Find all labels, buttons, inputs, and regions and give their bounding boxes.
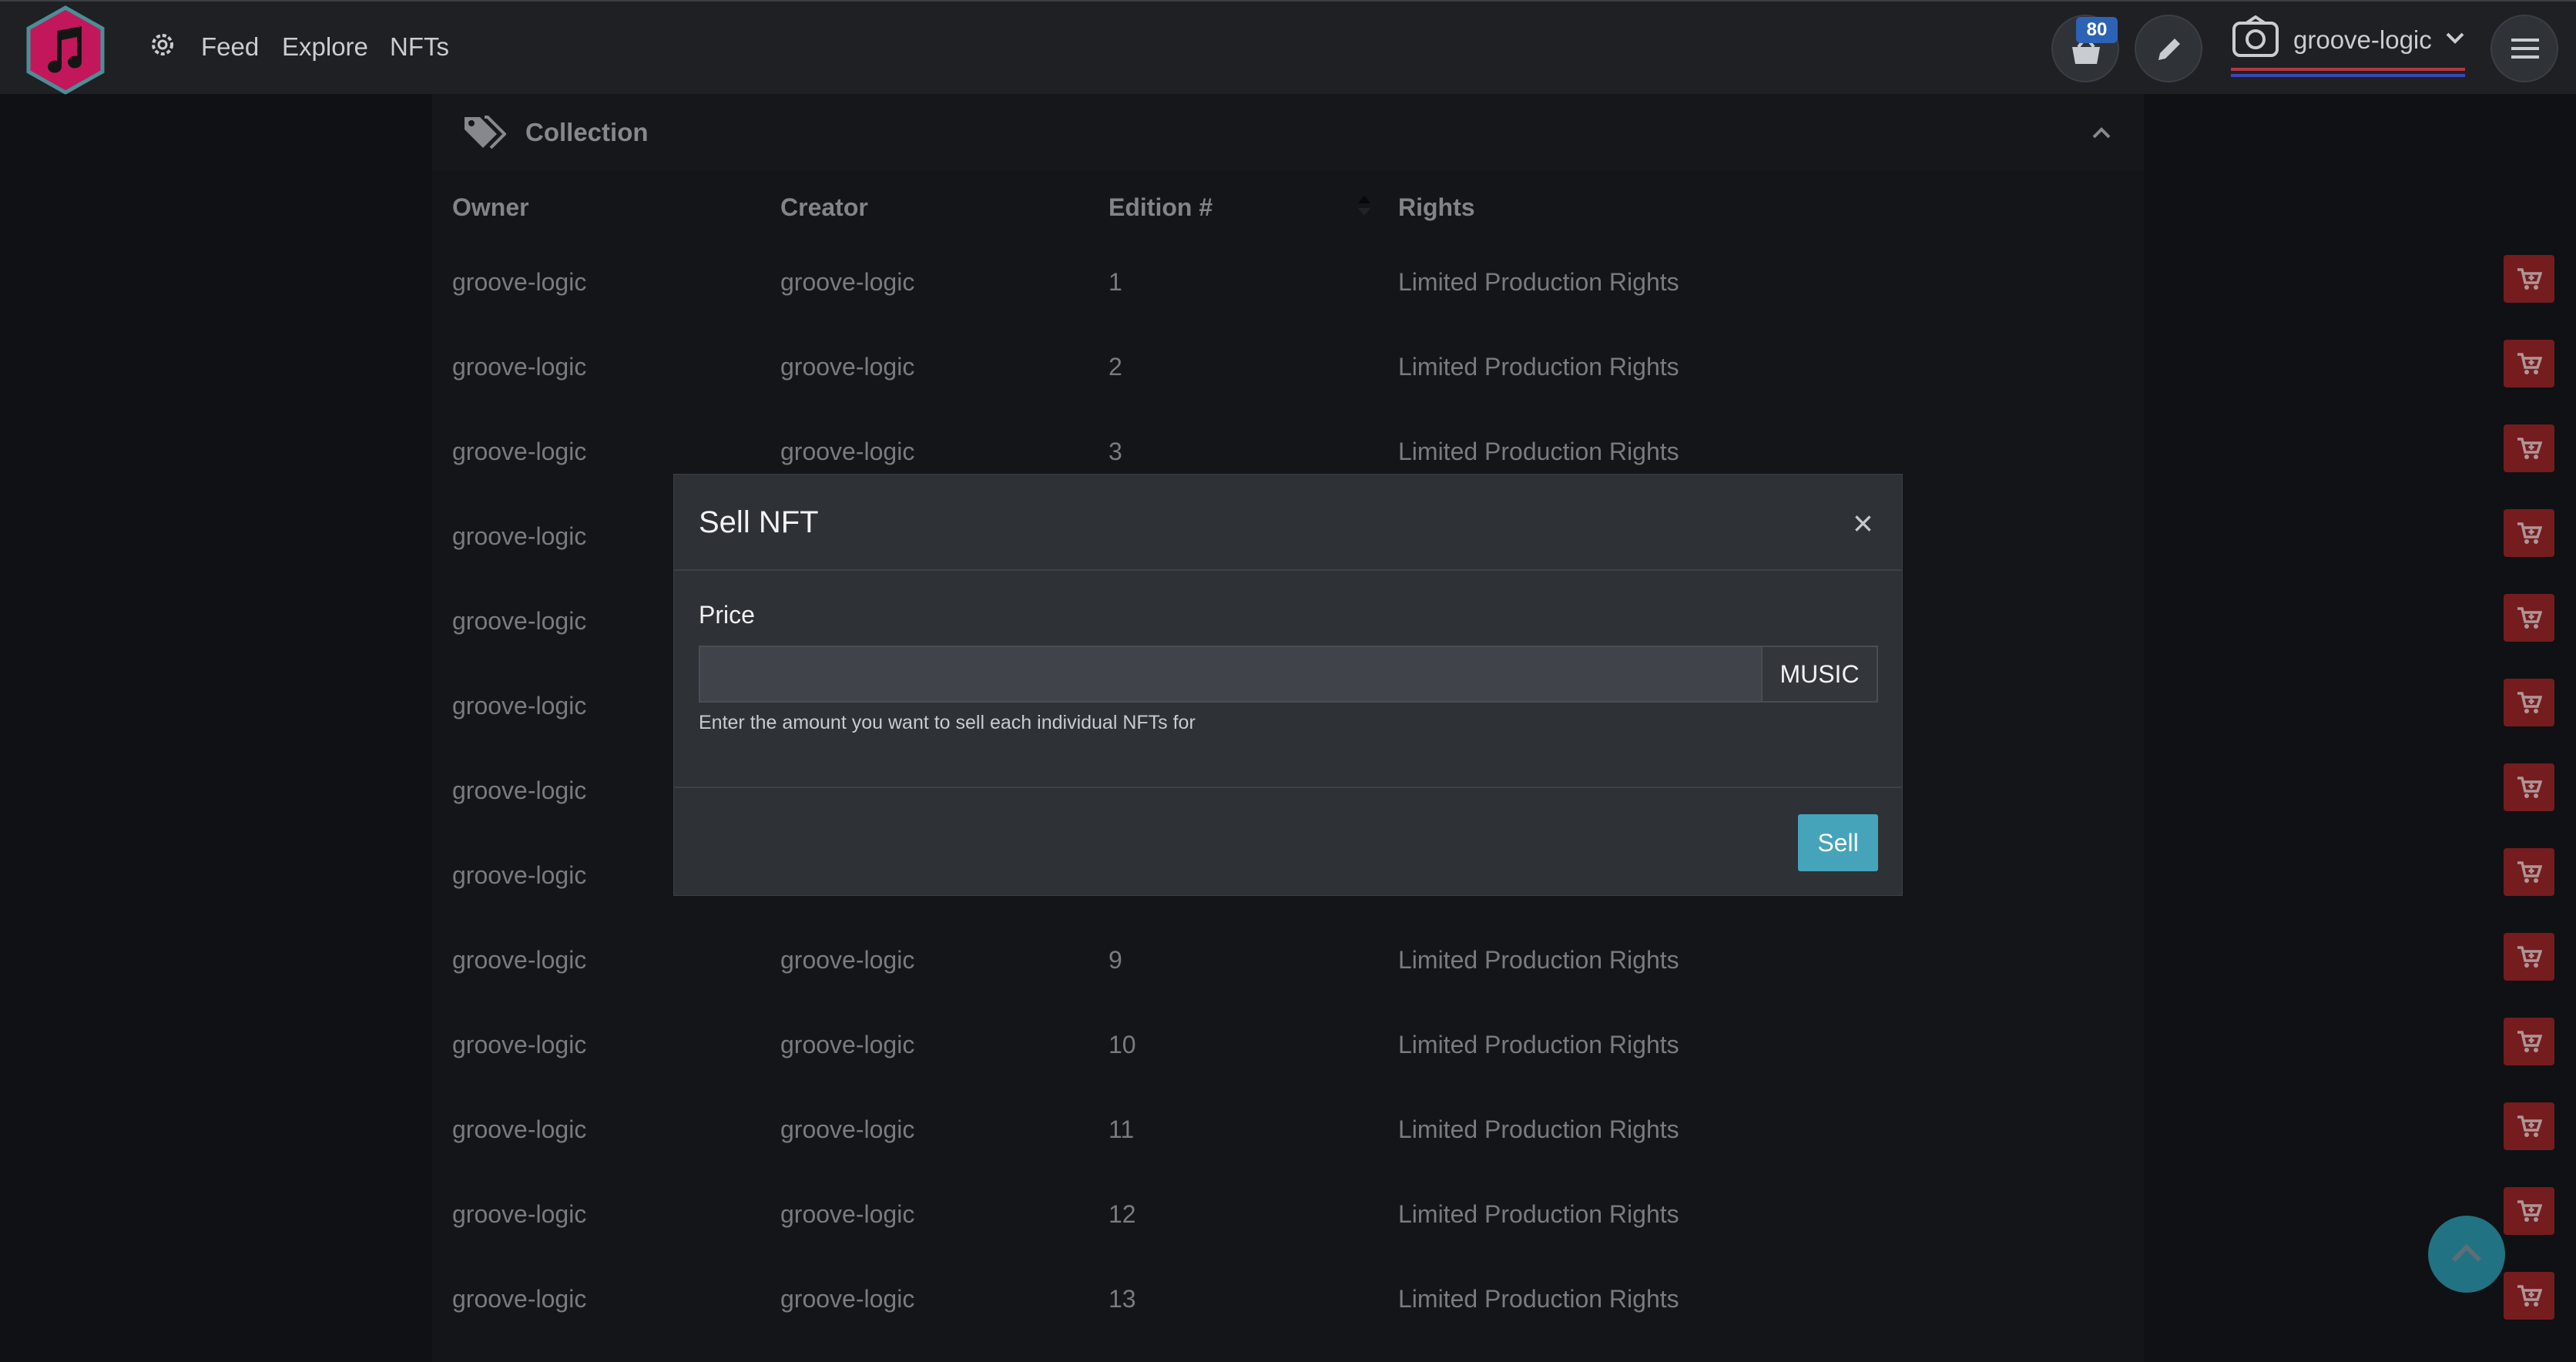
- gear-icon[interactable]: [147, 29, 178, 60]
- price-label: Price: [699, 601, 755, 629]
- user-menu[interactable]: groove-logic: [2293, 25, 2432, 55]
- scroll-to-top-button[interactable]: [2428, 1216, 2505, 1293]
- hamburger-icon: [2511, 39, 2539, 59]
- modal-header: Sell NFT ×: [674, 475, 1902, 571]
- nav-feed[interactable]: Feed: [201, 32, 259, 62]
- modal-footer-divider: [674, 787, 1902, 788]
- pencil-icon: [2158, 39, 2180, 60]
- music-logo-icon[interactable]: [23, 5, 108, 96]
- edit-button[interactable]: [2135, 15, 2202, 82]
- nav-nfts[interactable]: NFTs: [390, 32, 449, 62]
- cart-count-badge: 80: [2076, 17, 2118, 43]
- currency-addon: MUSIC: [1761, 646, 1878, 703]
- chevron-up-icon: [2451, 1243, 2482, 1263]
- price-input[interactable]: [699, 646, 1763, 703]
- user-underline-blue: [2231, 74, 2465, 77]
- nav-explore[interactable]: Explore: [282, 32, 368, 62]
- price-help-text: Enter the amount you want to sell each i…: [699, 712, 1196, 733]
- close-icon[interactable]: ×: [1853, 502, 1873, 544]
- user-underline-red: [2231, 68, 2465, 71]
- menu-button[interactable]: [2490, 15, 2558, 82]
- sell-button[interactable]: Sell: [1798, 814, 1878, 871]
- sell-nft-modal: Sell NFT × Price MUSIC Enter the amount …: [673, 474, 1903, 896]
- chevron-down-icon[interactable]: [2445, 31, 2465, 45]
- modal-title: Sell NFT: [699, 505, 819, 539]
- avatar[interactable]: [2231, 15, 2280, 59]
- top-nav: Feed Explore NFTs 80 groove-logic: [0, 0, 2576, 96]
